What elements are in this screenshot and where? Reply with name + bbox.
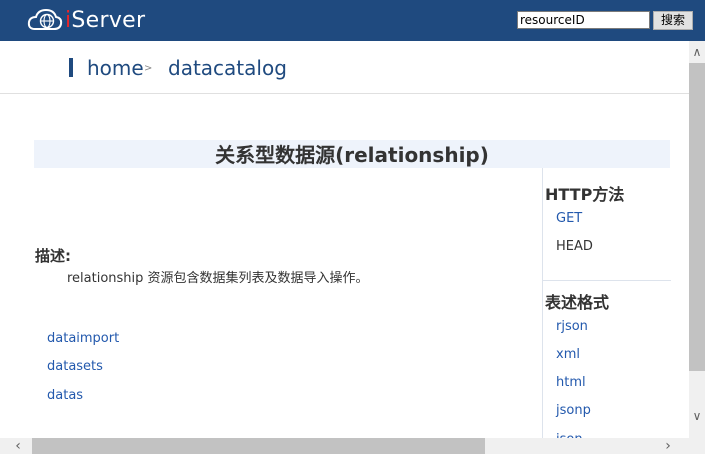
page-title: 关系型数据源(relationship) <box>215 143 489 167</box>
scroll-down-arrow-icon[interactable]: ∨ <box>689 408 705 424</box>
vertical-scroll-thumb[interactable] <box>689 63 705 371</box>
http-method-head: HEAD <box>556 239 593 254</box>
search-button[interactable]: 搜索 <box>653 11 693 30</box>
logo-text: iServer <box>65 8 145 33</box>
http-method-get[interactable]: GET <box>556 211 582 226</box>
title-band: 关系型数据源(relationship) <box>34 140 670 168</box>
top-header: iServer 搜索 <box>0 0 705 41</box>
breadcrumb-marker <box>69 58 73 77</box>
iserver-logo[interactable]: iServer <box>27 6 145 34</box>
cloud-globe-icon <box>27 8 63 30</box>
breadcrumb-home-link[interactable]: home <box>87 56 144 80</box>
breadcrumb: home > datacatalog <box>0 41 689 94</box>
format-link-jsonp[interactable]: jsonp <box>556 403 591 418</box>
breadcrumb-separator: > <box>144 63 153 74</box>
child-link-dataimport[interactable]: dataimport <box>47 331 119 346</box>
description-heading: 描述: <box>35 247 71 265</box>
breadcrumb-datacatalog-link[interactable]: datacatalog <box>168 56 287 80</box>
horizontal-scroll-thumb[interactable] <box>32 438 485 454</box>
scroll-up-arrow-icon[interactable]: ∧ <box>689 44 705 60</box>
logo-text-server: Server <box>71 7 146 33</box>
format-link-rjson[interactable]: rjson <box>556 319 588 334</box>
http-methods-heading: HTTP方法 <box>545 185 625 204</box>
search-input[interactable] <box>517 11 650 29</box>
sidebar: HTTP方法 GET HEAD 表述格式 rjson xml html json… <box>542 168 671 447</box>
scroll-left-arrow-icon[interactable]: ‹ <box>10 438 26 454</box>
formats-heading: 表述格式 <box>545 293 610 312</box>
sidebar-divider <box>543 280 671 281</box>
child-link-datasets[interactable]: datasets <box>47 359 103 374</box>
format-link-html[interactable]: html <box>556 375 586 390</box>
description-text: relationship 资源包含数据集列表及数据导入操作。 <box>67 271 369 286</box>
scroll-right-arrow-icon[interactable]: › <box>660 438 676 454</box>
format-link-xml[interactable]: xml <box>556 347 580 362</box>
child-link-datas[interactable]: datas <box>47 388 83 403</box>
